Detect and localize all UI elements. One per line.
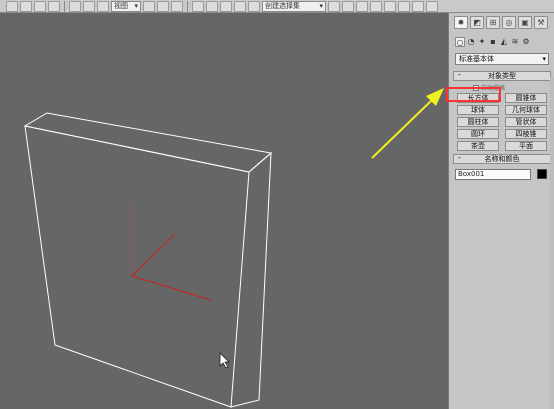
percent-snap-icon[interactable] xyxy=(220,0,232,12)
object-type-button[interactable]: 管状体 xyxy=(505,117,547,127)
chevron-down-icon: ▾ xyxy=(319,1,323,10)
named-selection-set-value: 创建选择集 xyxy=(265,1,300,10)
rollout-name-color-title: 名称和颜色 xyxy=(484,155,520,163)
panel-scrollbar[interactable] xyxy=(550,77,554,409)
align-icon[interactable] xyxy=(342,0,354,12)
tab-motion[interactable]: ◎ xyxy=(502,16,516,29)
main-toolbar: 视图 ▾ 创建选择集 ▾ xyxy=(0,0,554,13)
tab-create[interactable]: ✹ xyxy=(454,16,468,29)
graphite-tools-icon[interactable] xyxy=(370,0,382,12)
object-type-button[interactable]: 圆柱体 xyxy=(457,117,499,127)
geometry-type-dropdown[interactable]: 标准基本体 ▾ xyxy=(455,53,549,65)
geometry-sphere-icon[interactable]: ○ xyxy=(455,36,465,47)
material-editor-icon[interactable] xyxy=(412,0,424,12)
shapes-icon[interactable]: ◔ xyxy=(466,37,476,47)
object-type-button[interactable]: 几何球体 xyxy=(505,105,547,115)
lights-icon[interactable]: ✦ xyxy=(477,37,487,47)
geometry-type-value: 标准基本体 xyxy=(459,55,494,63)
rotate-icon[interactable] xyxy=(83,0,95,12)
named-selection-set-dropdown[interactable]: 创建选择集 ▾ xyxy=(262,0,326,12)
schematic-view-icon[interactable] xyxy=(398,0,410,12)
object-type-button[interactable]: 茶壶 xyxy=(457,141,499,151)
utilities-hammer-icon: ⚒ xyxy=(537,18,545,27)
selection-region-icon[interactable] xyxy=(34,0,46,12)
reference-coordinate-dropdown[interactable]: 视图 ▾ xyxy=(111,0,141,12)
mirror-icon[interactable] xyxy=(328,0,340,12)
tab-modify[interactable]: ◩ xyxy=(470,16,484,29)
object-type-button[interactable]: 球体 xyxy=(457,105,499,115)
hierarchy-icon: ⊞ xyxy=(489,18,497,27)
window-crossing-icon[interactable] xyxy=(48,0,60,12)
object-type-button[interactable]: 四棱锥 xyxy=(505,129,547,139)
toolbar-divider xyxy=(64,0,65,12)
tab-hierarchy[interactable]: ⊞ xyxy=(486,16,500,29)
reference-coordinate-value: 视图 xyxy=(114,1,128,10)
helpers-icon[interactable]: ◭ xyxy=(499,37,509,47)
spinner-snap-icon[interactable] xyxy=(234,0,246,12)
command-panel: ✹ ◩ ⊞ ◎ ▣ ⚒ ○ ◔ ✦ ▪ ◭ ≋ ⚙ 标准基本体 ▾ - 对象类型 … xyxy=(448,13,554,409)
motion-icon: ◎ xyxy=(505,18,513,27)
create-categories: ○ ◔ ✦ ▪ ◭ ≋ ⚙ xyxy=(449,35,554,48)
move-icon[interactable] xyxy=(69,0,81,12)
curve-editor-icon[interactable] xyxy=(384,0,396,12)
cameras-icon[interactable]: ▪ xyxy=(488,37,498,47)
tab-display[interactable]: ▣ xyxy=(518,16,532,29)
collapse-icon: - xyxy=(458,70,461,79)
keyboard-shortcut-icon[interactable] xyxy=(171,0,183,12)
layer-manager-icon[interactable] xyxy=(356,0,368,12)
annotation-highlight-box xyxy=(446,87,501,102)
toolbar-divider xyxy=(187,0,188,12)
object-name-field[interactable]: Box001 xyxy=(455,169,531,180)
manipulate-icon[interactable] xyxy=(157,0,169,12)
chevron-down-icon: ▾ xyxy=(542,55,546,63)
pivot-center-icon[interactable] xyxy=(143,0,155,12)
select-object-icon[interactable] xyxy=(6,0,18,12)
command-panel-tabs: ✹ ◩ ⊞ ◎ ▣ ⚒ xyxy=(449,16,554,30)
object-type-button[interactable]: 圆环 xyxy=(457,129,499,139)
object-type-button[interactable]: 圆锥体 xyxy=(505,93,547,103)
edit-named-selection-icon[interactable] xyxy=(248,0,260,12)
object-color-swatch[interactable] xyxy=(537,169,547,179)
transform-gizmo xyxy=(129,203,212,301)
scale-icon[interactable] xyxy=(97,0,109,12)
systems-icon[interactable]: ⚙ xyxy=(521,37,531,47)
rollout-object-type-title: 对象类型 xyxy=(488,72,516,80)
rollout-name-color[interactable]: - 名称和颜色 xyxy=(453,154,551,164)
angle-snap-icon[interactable] xyxy=(206,0,218,12)
modify-icon: ◩ xyxy=(473,18,481,27)
rollout-object-type[interactable]: - 对象类型 xyxy=(453,71,551,81)
object-type-button[interactable]: 平面 xyxy=(505,141,547,151)
sun-create-icon: ✹ xyxy=(457,18,465,27)
annotation-arrow xyxy=(371,88,444,159)
chevron-down-icon: ▾ xyxy=(134,1,138,10)
render-setup-icon[interactable] xyxy=(426,0,438,12)
tab-utilities[interactable]: ⚒ xyxy=(534,16,548,29)
mouse-cursor-icon xyxy=(219,352,230,369)
snap-toggle-icon[interactable] xyxy=(192,0,204,12)
collapse-icon: - xyxy=(458,153,461,162)
display-icon: ▣ xyxy=(521,18,529,27)
select-by-name-icon[interactable] xyxy=(20,0,32,12)
spacewarps-icon[interactable]: ≋ xyxy=(510,37,520,47)
